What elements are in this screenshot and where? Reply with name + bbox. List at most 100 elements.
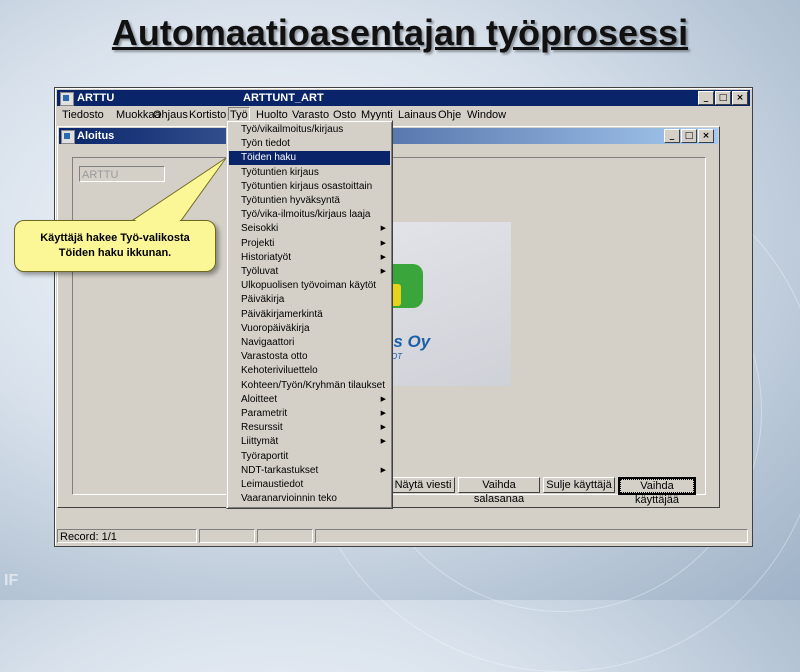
menu-item-label: Seisokki <box>241 223 279 235</box>
window-icon[interactable] <box>61 130 75 144</box>
menu-item[interactable]: Varastosta otto <box>229 350 390 364</box>
menu-item[interactable]: Projekti ▶ <box>229 237 390 251</box>
menu-item[interactable]: Navigaattori <box>229 336 390 350</box>
menu-item-label: Työtuntien kirjaus osastoittain <box>241 180 373 192</box>
menu-item-label: Töiden haku <box>241 152 297 164</box>
menu-item-label: Kehoteriviluettelo <box>241 365 318 377</box>
menu-item-label: Työraportit <box>241 450 289 462</box>
maximize-button[interactable]: □ <box>715 91 731 105</box>
status-cell <box>315 529 748 543</box>
menu-lainaus[interactable]: Lainaus <box>397 107 438 124</box>
triangle-right-icon: ▶ <box>380 395 386 403</box>
callout-bubble: Käyttäjä hakee Työ-valikosta Töiden haku… <box>14 220 216 272</box>
triangle-right-icon: ▶ <box>380 239 386 247</box>
menu-item-label: Työtuntien hyväksyntä <box>241 195 340 206</box>
menu-window[interactable]: Window <box>466 107 507 124</box>
menu-ohje[interactable]: Ohje <box>437 107 462 124</box>
menu-tiedosto[interactable]: Tiedosto <box>61 107 105 124</box>
app-titlebar[interactable]: ARTTU ARTTUNT_ART _ □ × <box>57 90 750 106</box>
menu-item-label: Työn tiedot <box>241 138 290 150</box>
menu-item-label: Työ/vikailmoitus/kirjaus <box>241 124 344 135</box>
menu-item[interactable]: Työraportit <box>229 450 390 464</box>
triangle-right-icon: ▶ <box>380 438 386 446</box>
menu-item-label: Parametrit <box>241 408 288 419</box>
close-button[interactable]: × <box>732 91 748 105</box>
status-cell <box>257 529 313 543</box>
menu-item[interactable]: Työ/vikailmoitus/kirjaus <box>229 123 390 137</box>
triangle-right-icon: ▶ <box>380 268 386 275</box>
slide-title: Automaatioasentajan työprosessi <box>111 12 689 53</box>
menu-item-label: Ulkopuolisen työvoiman käytöt <box>241 280 377 292</box>
app-window-controls: _ □ × <box>697 91 748 105</box>
menu-item-label: Vaaranarvioinnin teko <box>241 493 337 505</box>
triangle-right-icon: ▶ <box>380 253 386 261</box>
inner-minimize-button[interactable]: _ <box>664 129 680 143</box>
menu-item-label: Navigaattori <box>241 337 295 348</box>
minimize-button[interactable]: _ <box>698 91 714 105</box>
change-password-button[interactable]: Vaihda salasanaa <box>458 477 540 505</box>
callout-line-2: Töiden haku ikkunan. <box>58 247 172 259</box>
menu-item-label: Päiväkirjamerkintä <box>241 308 323 320</box>
inner-window-controls: _ □ × <box>663 129 714 143</box>
menu-item[interactable]: NDT-tarkastukset ▶ <box>229 464 390 478</box>
menu-item[interactable]: Seisokki ▶ <box>229 222 390 236</box>
menu-kortisto[interactable]: Kortisto <box>188 107 227 124</box>
menu-item-label: Vuoropäiväkirja <box>241 322 310 334</box>
menu-item[interactable]: Päiväkirja <box>229 293 390 307</box>
show-message-button[interactable]: Näytä viesti <box>391 477 455 493</box>
aloitus-title: Aloitus <box>77 130 115 142</box>
triangle-right-icon: ▶ <box>380 466 386 474</box>
menu-ohjaus[interactable]: Ohjaus <box>152 107 189 124</box>
user-field[interactable]: ARTTU <box>79 166 165 182</box>
triangle-right-icon: ▶ <box>380 410 386 417</box>
menu-item-label: NDT-tarkastukset <box>241 464 319 476</box>
menu-item[interactable]: Resurssit ▶ <box>229 421 390 435</box>
app-icon[interactable] <box>60 92 74 106</box>
switch-user-button[interactable]: Vaihda käyttäjää <box>618 477 696 506</box>
app-title: ARTTU <box>77 92 115 104</box>
menu-item-label: Kohteen/Työn/Kryhmän tilaukset <box>241 379 385 391</box>
callout-text: Käyttäjä hakee Työ-valikosta Töiden haku… <box>15 231 215 261</box>
menu-item-label: Liittymät <box>241 436 279 448</box>
triangle-right-icon: ▶ <box>380 424 386 432</box>
menu-item[interactable]: Vaaranarvioinnin teko <box>229 492 390 506</box>
inner-maximize-button[interactable]: □ <box>681 129 697 143</box>
callout-line-1: Käyttäjä hakee Työ-valikosta <box>40 232 190 244</box>
menu-item[interactable]: Työn tiedot <box>229 137 390 151</box>
menu-item[interactable]: Työtuntien kirjaus osastoittain <box>229 180 390 194</box>
menu-item-label: Työ/vika-ilmoitus/kirjaus laaja <box>241 209 371 221</box>
menu-item[interactable]: Kehoteriviluettelo <box>229 364 390 378</box>
menu-item[interactable]: Työtuntien kirjaus <box>229 166 390 180</box>
button-row: Näytä viesti Vaihda salasanaa Sulje käyt… <box>391 477 699 506</box>
menu-item[interactable]: Päiväkirjamerkintä <box>229 308 390 322</box>
menubar: Tiedosto Muokkaa Ohjaus Kortisto Työ Huo… <box>57 107 750 124</box>
menu-item[interactable]: Vuoropäiväkirja <box>229 322 390 336</box>
menu-item[interactable]: Leimaustiedot <box>229 478 390 492</box>
menu-item[interactable]: Töiden haku <box>229 151 390 166</box>
menu-item-label: Aloitteet <box>241 393 278 405</box>
menu-item-label: Leimaustiedot <box>241 479 304 490</box>
menu-item-label: Työtuntien kirjaus <box>241 166 319 178</box>
company-logo: us Oy OT <box>383 222 511 386</box>
menu-item[interactable]: Parametrit ▶ <box>229 407 390 421</box>
menu-item-label: Varastosta otto <box>241 351 308 363</box>
menu-item[interactable]: Työluvat ▶ <box>229 265 390 279</box>
tyo-dropdown-menu: Työ/vikailmoitus/kirjaus Työn tiedot Töide… <box>226 120 393 509</box>
menu-item-label: Päiväkirja <box>241 294 285 306</box>
status-cell <box>199 529 255 543</box>
menu-item[interactable]: Työtuntien hyväksyntä <box>229 194 390 208</box>
menu-item-label: Resurssit <box>241 422 283 434</box>
menu-item[interactable]: Ulkopuolisen työvoiman käytöt <box>229 279 390 293</box>
status-record: Record: 1/1 <box>57 529 197 543</box>
close-user-button[interactable]: Sulje käyttäjä <box>543 477 615 493</box>
menu-item[interactable]: Työ/vika-ilmoitus/kirjaus laaja <box>229 208 390 222</box>
menu-item[interactable]: Kohteen/Työn/Kryhmän tilaukset <box>229 379 390 393</box>
triangle-right-icon: ▶ <box>380 225 386 233</box>
menu-item[interactable]: Historiatyöt ▶ <box>229 251 390 265</box>
inner-close-button[interactable]: × <box>698 129 714 143</box>
statusbar: Record: 1/1 <box>57 529 750 543</box>
corner-logo: IF <box>4 572 19 589</box>
menu-item-label: Projekti <box>241 237 275 249</box>
menu-item[interactable]: Liittymät ▶ <box>229 435 390 449</box>
menu-item[interactable]: Aloitteet ▶ <box>229 393 390 407</box>
